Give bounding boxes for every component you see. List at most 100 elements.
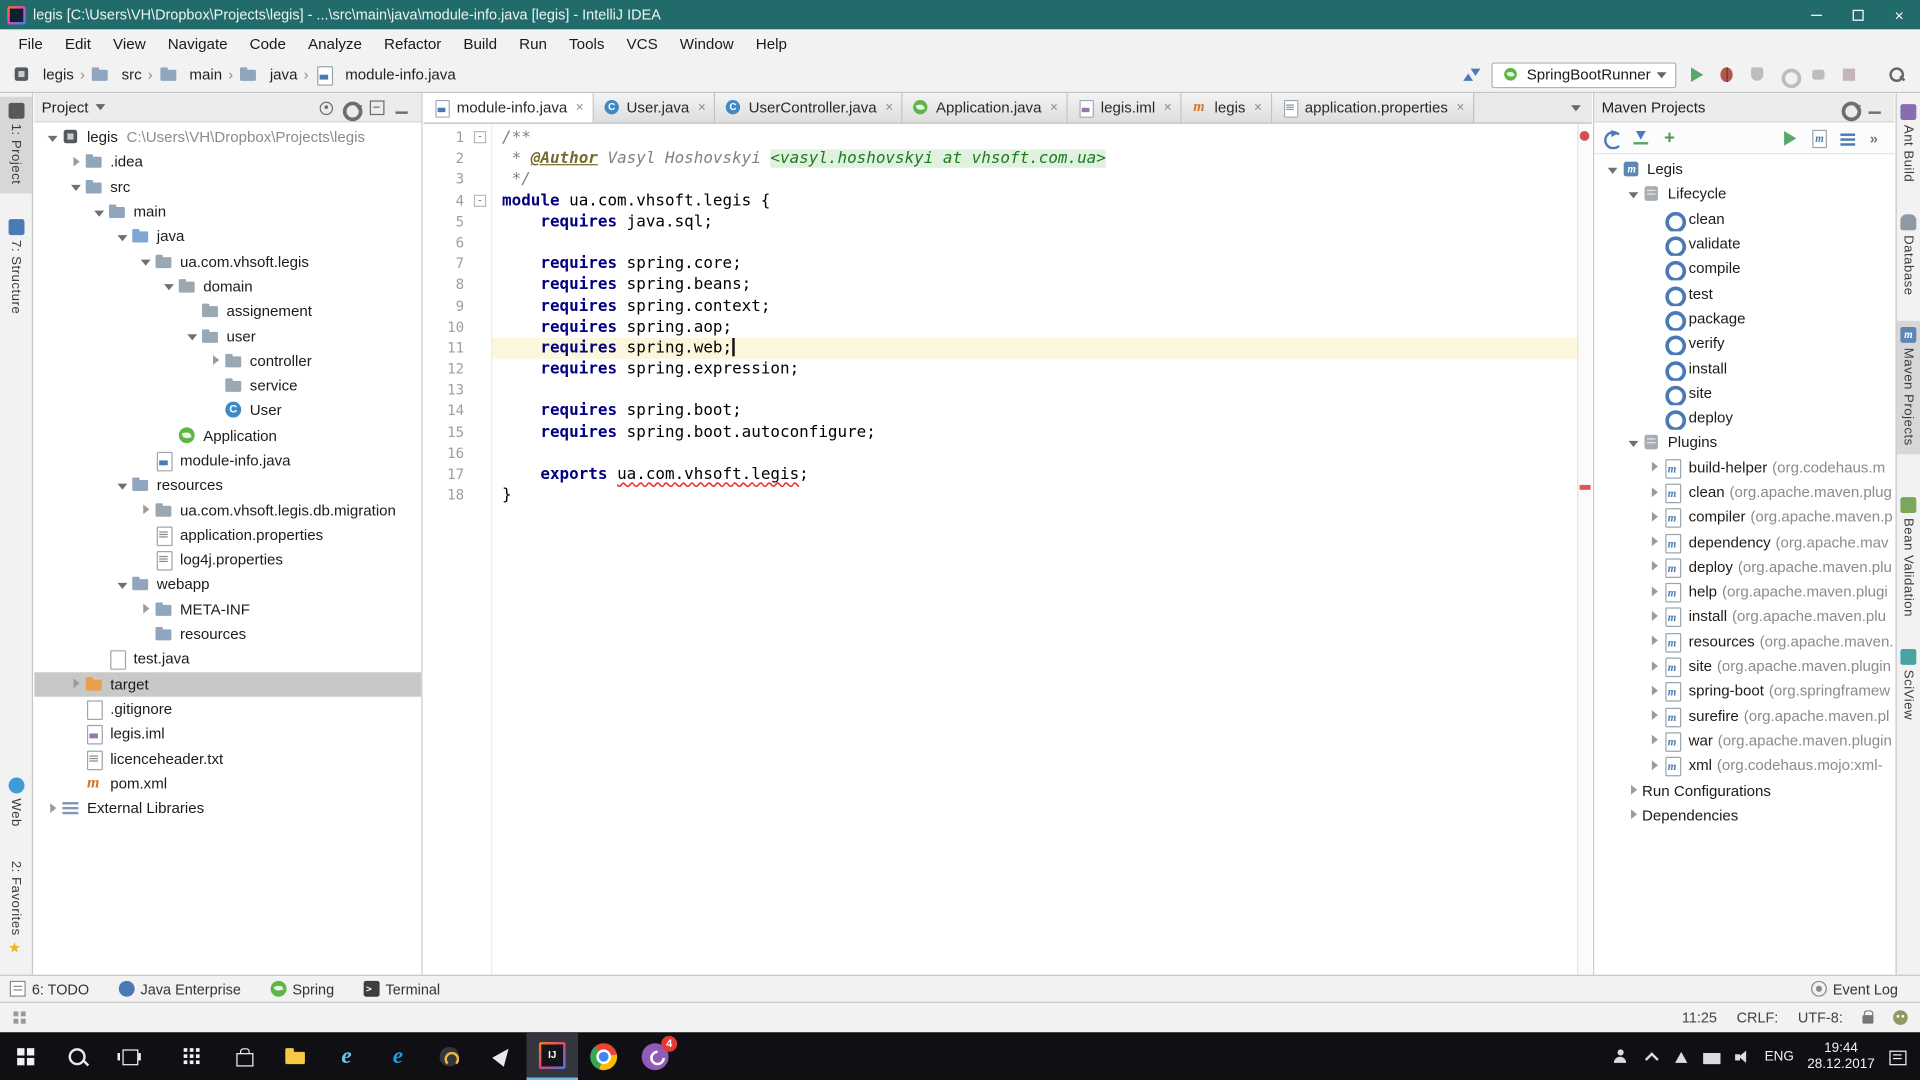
tab-module-info-java[interactable]: module-info.java×: [424, 93, 594, 122]
language-indicator[interactable]: ENG: [1765, 1049, 1794, 1064]
tree-item-assignement[interactable]: assignement: [34, 299, 421, 324]
tool-stripe-2-favorites[interactable]: 2: Favorites: [0, 854, 32, 964]
expand-arrow-icon[interactable]: [209, 354, 222, 367]
locate-icon[interactable]: [315, 96, 337, 118]
code-line[interactable]: requires spring.beans;: [492, 275, 1577, 296]
tree-item-plugins[interactable]: Plugins: [1594, 430, 1894, 455]
tree-item-site[interactable]: site: [1594, 380, 1894, 405]
tree-item-war[interactable]: war(org.apache.maven.plugin: [1594, 728, 1894, 753]
add-icon[interactable]: [1659, 127, 1681, 149]
tree-item-controller[interactable]: controller: [34, 349, 421, 374]
tab-application-java[interactable]: Application.java×: [903, 93, 1068, 122]
tree-item-webapp[interactable]: webapp: [34, 572, 421, 597]
tree-item-help[interactable]: help(org.apache.maven.plugi: [1594, 579, 1894, 604]
code-line[interactable]: module ua.com.vhsoft.legis {: [492, 190, 1577, 211]
tool-stripe-7-structure[interactable]: 7: Structure: [0, 213, 32, 323]
expand-arrow-icon[interactable]: [70, 155, 83, 168]
tree-item-service[interactable]: service: [34, 373, 421, 398]
expand-arrow-icon[interactable]: [1648, 709, 1661, 722]
tree-item-install[interactable]: install(org.apache.maven.plu: [1594, 604, 1894, 629]
code-line[interactable]: requires spring.web;: [492, 338, 1577, 359]
tree-item-site[interactable]: site(org.apache.maven.plugin: [1594, 654, 1894, 679]
task-view-icon[interactable]: [103, 1032, 154, 1080]
expand-arrow-icon[interactable]: [70, 677, 83, 690]
internet-explorer-icon[interactable]: e: [321, 1032, 372, 1080]
tree-item-resources[interactable]: resources: [34, 622, 421, 647]
hide-icon[interactable]: [392, 96, 414, 118]
code-line[interactable]: */: [492, 169, 1577, 190]
download-sources-icon[interactable]: [1630, 127, 1652, 149]
collapse-arrow-icon[interactable]: [93, 205, 106, 218]
error-stripe[interactable]: [1577, 124, 1592, 975]
tree-item-test-java[interactable]: test.java: [34, 647, 421, 672]
breadcrumb-module-info-java[interactable]: module-info.java: [315, 65, 456, 85]
filter-icon[interactable]: [1837, 127, 1859, 149]
tool-stripe-1-project[interactable]: 1: Project: [0, 97, 32, 193]
close-icon[interactable]: ×: [1456, 101, 1464, 114]
tree-item-user[interactable]: user: [34, 324, 421, 349]
code-line[interactable]: requires spring.expression;: [492, 359, 1577, 380]
code-line[interactable]: requires spring.context;: [492, 296, 1577, 317]
refresh-icon[interactable]: [1600, 127, 1622, 149]
close-icon[interactable]: ×: [885, 101, 893, 114]
code-line[interactable]: requires spring.boot.autoconfigure;: [492, 422, 1577, 443]
collapse-arrow-icon[interactable]: [1607, 162, 1620, 175]
tree-item-module-info-java[interactable]: module-info.java: [34, 448, 421, 473]
collapse-all-icon[interactable]: [366, 96, 388, 118]
cursor-tool-icon[interactable]: [475, 1032, 526, 1080]
viber-icon[interactable]: 4: [629, 1032, 680, 1080]
collapse-arrow-icon[interactable]: [116, 230, 129, 243]
tool-stripe-database[interactable]: Database: [1897, 208, 1920, 304]
tool-window-switcher-icon[interactable]: [12, 1010, 28, 1026]
menu-tools[interactable]: Tools: [558, 35, 615, 52]
expand-arrow-icon[interactable]: [1648, 635, 1661, 648]
fold-icon[interactable]: -: [474, 131, 486, 143]
tree-item-xml[interactable]: xml(org.codehaus.mojo:xml-: [1594, 753, 1894, 778]
expand-arrow-icon[interactable]: [1648, 659, 1661, 672]
tool-window-button-spring[interactable]: Spring: [270, 980, 334, 997]
menu-code[interactable]: Code: [239, 35, 297, 52]
start-icon[interactable]: [0, 1032, 51, 1080]
tool-stripe-bean-validation[interactable]: Bean Validation: [1897, 491, 1920, 626]
tree-item-ua-com-vhsoft-legis[interactable]: ua.com.vhsoft.legis: [34, 249, 421, 274]
expand-arrow-icon[interactable]: [140, 503, 153, 516]
collapse-arrow-icon[interactable]: [1627, 187, 1640, 200]
expand-arrow-icon[interactable]: [1627, 784, 1640, 797]
tab-user-java[interactable]: User.java×: [593, 93, 715, 122]
tree-item-target[interactable]: target: [34, 672, 421, 697]
tab-legis-iml[interactable]: legis.iml×: [1068, 93, 1182, 122]
expand-arrow-icon[interactable]: [1648, 560, 1661, 573]
tab-list-dropdown[interactable]: [1565, 93, 1592, 122]
breadcrumb-src[interactable]: src: [91, 65, 142, 85]
expand-arrow-icon[interactable]: [140, 603, 153, 616]
close-icon[interactable]: ×: [576, 101, 584, 114]
clock[interactable]: 19:44 28.12.2017: [1807, 1040, 1874, 1072]
run-icon[interactable]: [1778, 127, 1800, 149]
code-line[interactable]: [492, 380, 1577, 401]
tree-item-dependencies[interactable]: Dependencies: [1594, 803, 1894, 828]
code-line[interactable]: requires java.sql;: [492, 212, 1577, 233]
menu-view[interactable]: View: [102, 35, 157, 52]
action-center-icon[interactable]: [1888, 1048, 1905, 1065]
tool-window-button-6-todo[interactable]: 6: TODO: [10, 980, 89, 997]
tree-item-meta-inf[interactable]: META-INF: [34, 597, 421, 622]
close-icon[interactable]: ×: [1254, 101, 1262, 114]
tree-item-src[interactable]: src: [34, 175, 421, 200]
encoding[interactable]: UTF-8:: [1798, 1009, 1843, 1026]
attach-icon[interactable]: [1807, 64, 1829, 86]
lock-icon[interactable]: [1862, 1015, 1873, 1024]
menu-build[interactable]: Build: [452, 35, 508, 52]
minimize-button[interactable]: [1795, 0, 1837, 29]
tab-legis[interactable]: legis×: [1181, 93, 1271, 122]
tool-window-button-java-enterprise[interactable]: Java Enterprise: [119, 980, 241, 997]
tree-item-resources[interactable]: resources(org.apache.maven.: [1594, 629, 1894, 654]
tree-item-resources[interactable]: resources: [34, 473, 421, 498]
menu-edit[interactable]: Edit: [54, 35, 102, 52]
tool-stripe-maven-projects[interactable]: Maven Projects: [1897, 321, 1920, 454]
inspections-icon[interactable]: [1893, 1010, 1908, 1025]
expand-arrow-icon[interactable]: [1648, 585, 1661, 598]
collapse-arrow-icon[interactable]: [163, 280, 176, 293]
tree-item-domain[interactable]: domain: [34, 274, 421, 299]
close-icon[interactable]: ×: [1164, 101, 1172, 114]
run-icon[interactable]: [1685, 64, 1707, 86]
